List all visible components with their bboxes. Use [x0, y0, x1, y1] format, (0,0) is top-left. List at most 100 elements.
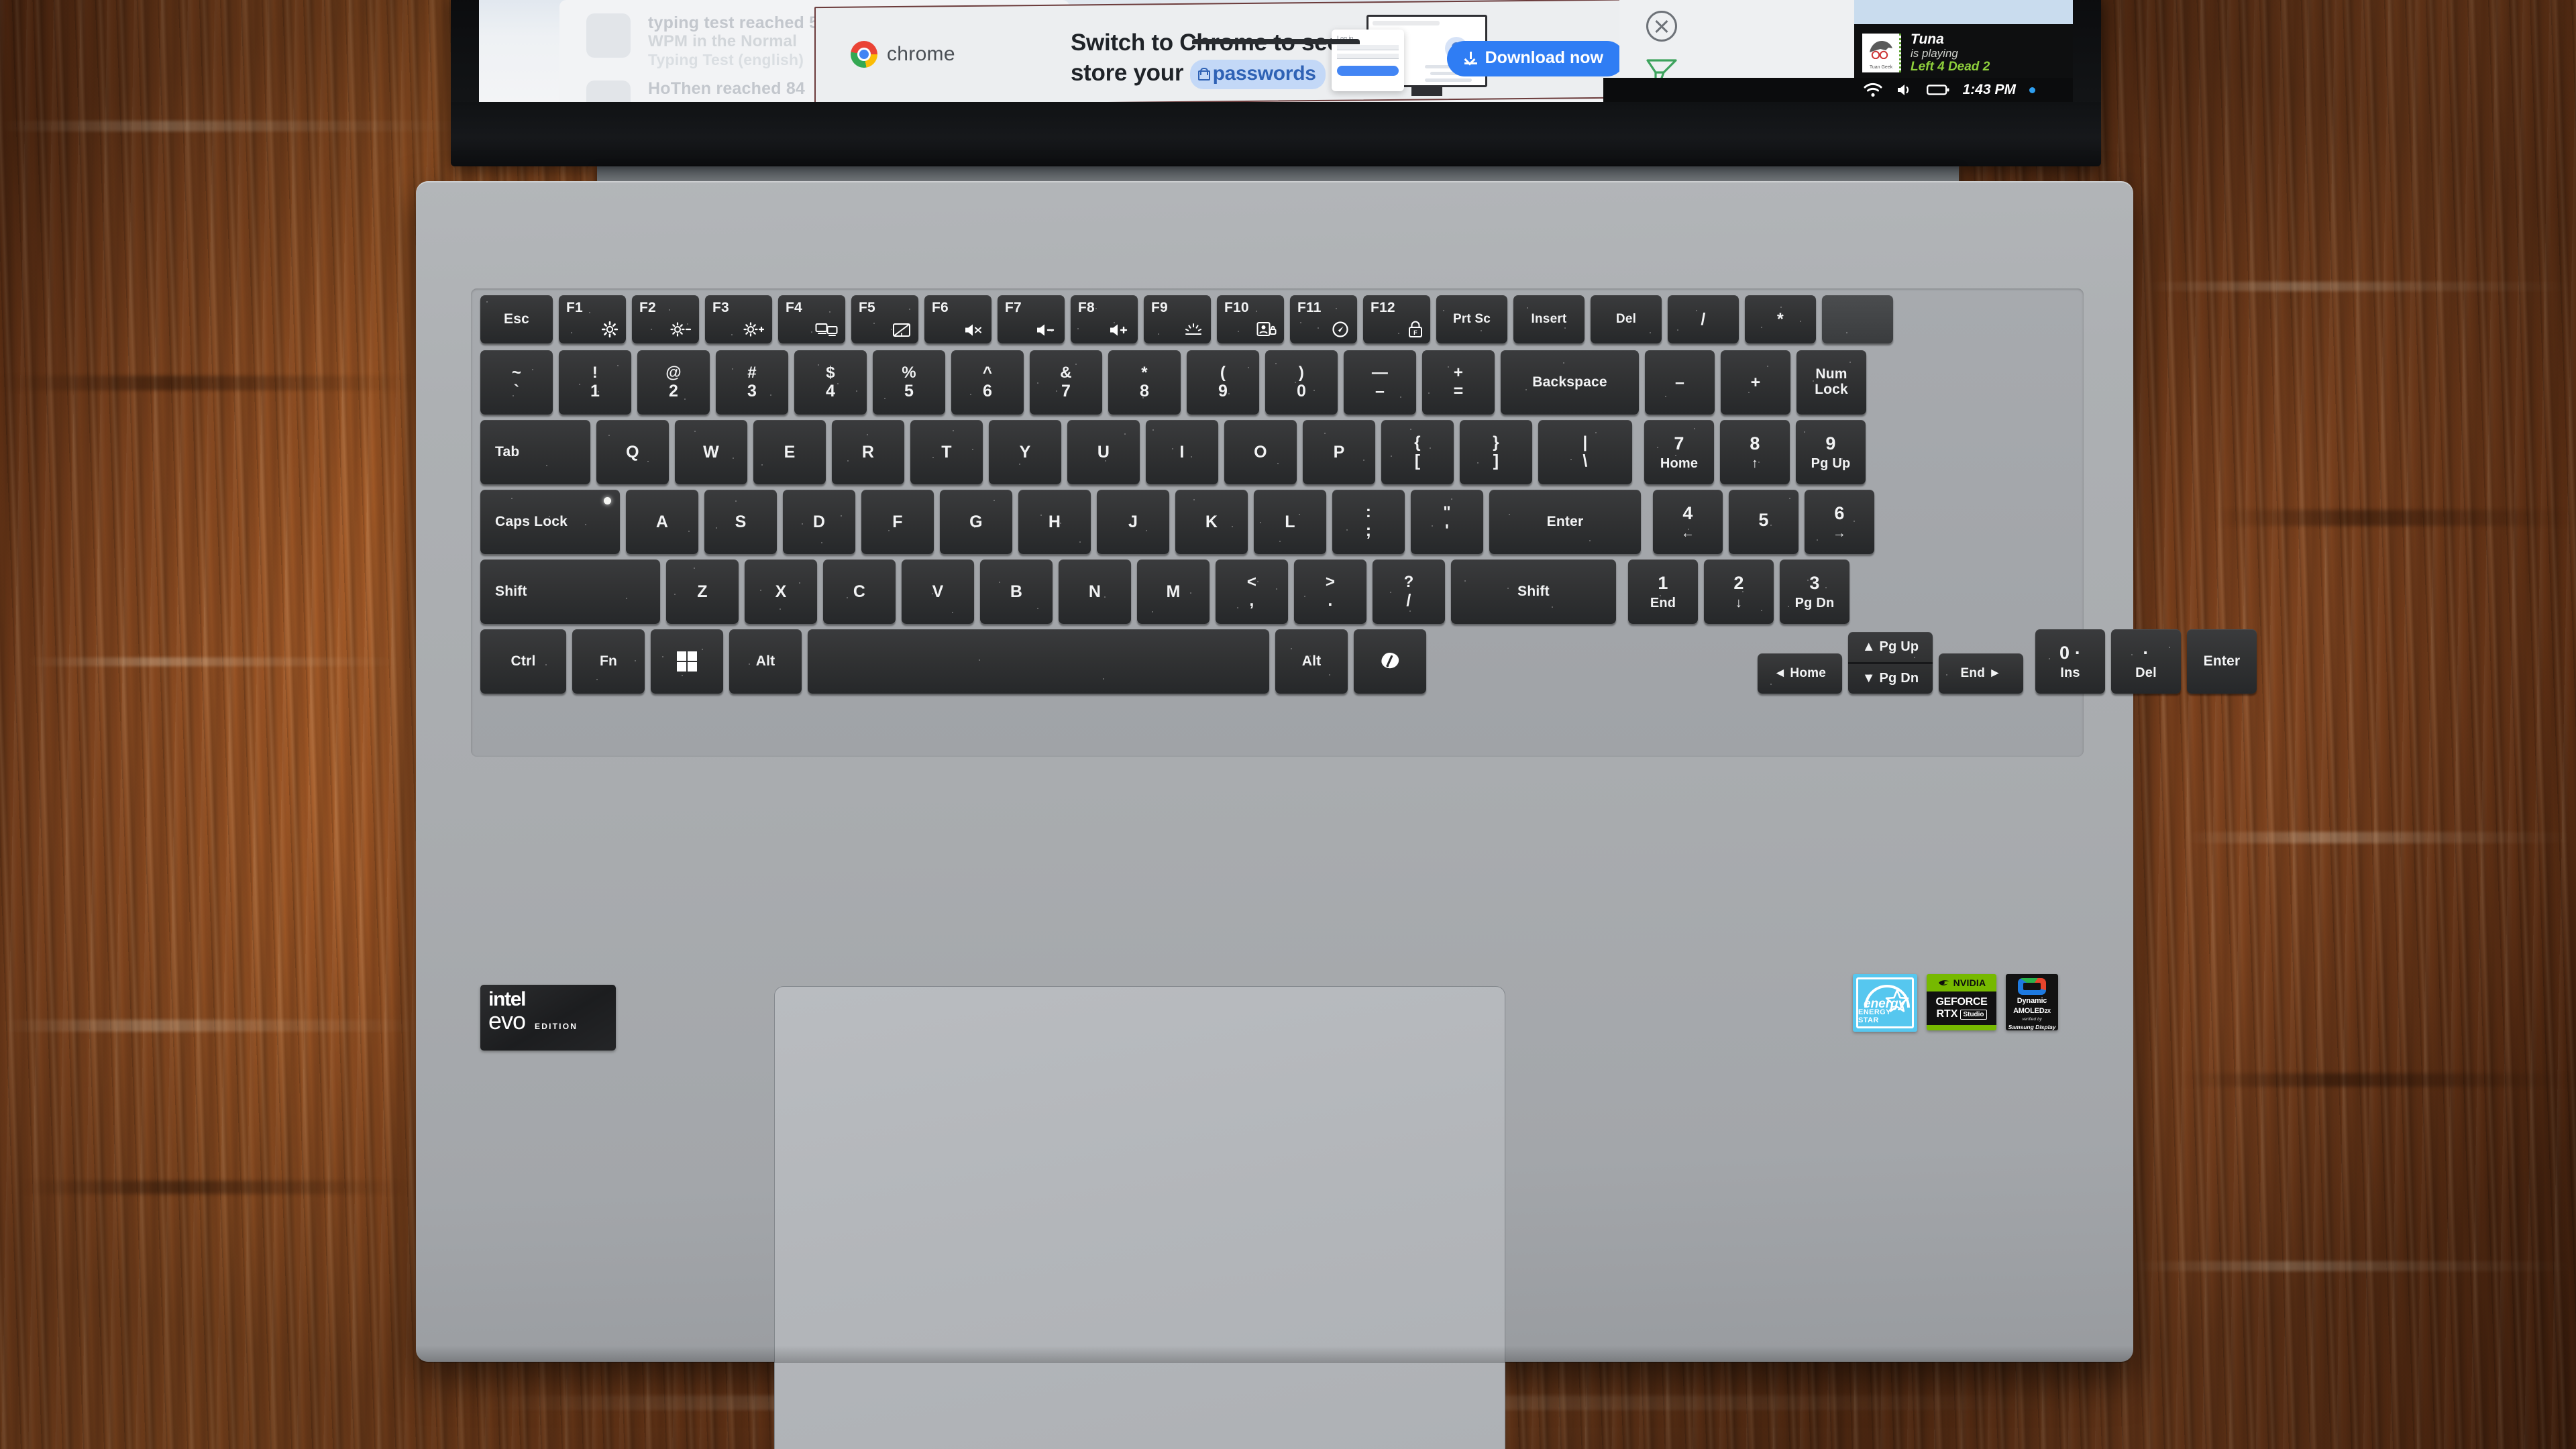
speaker-icon[interactable] [1896, 83, 1913, 97]
key-v[interactable]: V [902, 559, 974, 624]
key-9[interactable]: (9 [1187, 350, 1259, 415]
notification-dot[interactable] [2029, 87, 2035, 93]
key-c[interactable]: C [823, 559, 896, 624]
key-o[interactable]: O [1224, 420, 1297, 484]
key-slash[interactable]: ? / [1373, 559, 1445, 624]
key-f[interactable]: F [861, 490, 934, 554]
key-minus[interactable]: — – [1344, 350, 1416, 415]
key-backslash[interactable]: | \ [1538, 420, 1632, 484]
key-2[interactable]: @2 [637, 350, 710, 415]
steam-notification-toast[interactable]: Tuan Geek Tuna is playing Left 4 Dead 2 [1854, 24, 2073, 82]
key-f3[interactable]: F3 [705, 295, 772, 343]
key-1[interactable]: ! 1 [559, 350, 631, 415]
battery-icon[interactable] [1926, 83, 1949, 97]
key-e[interactable]: E [753, 420, 826, 484]
key-power[interactable] [1822, 295, 1893, 343]
key-f2[interactable]: F2 [632, 295, 699, 343]
key-numpad-decimal[interactable]: · Del [2111, 629, 2181, 694]
key-enter[interactable]: Enter [1489, 490, 1641, 554]
key-esc[interactable]: Esc [480, 295, 553, 343]
key-semicolon[interactable]: :; [1332, 490, 1405, 554]
key-q[interactable]: Q [596, 420, 669, 484]
windows-taskbar[interactable]: 1:43 PM [1603, 78, 2073, 102]
key-numpad-8[interactable]: 8 ↑ [1720, 420, 1790, 484]
key-d[interactable]: D [783, 490, 855, 554]
key-f4[interactable]: F4 [778, 295, 845, 343]
key-numpad-multiply[interactable]: * [1745, 295, 1816, 343]
key-r[interactable]: R [832, 420, 904, 484]
key-f5[interactable]: F5 [851, 295, 918, 343]
key-0[interactable]: ) 0 [1265, 350, 1338, 415]
key-s[interactable]: S [704, 490, 777, 554]
download-now-button[interactable]: Download now [1446, 41, 1625, 76]
key-shift-left[interactable]: Shift [480, 559, 660, 624]
key-w[interactable]: W [675, 420, 747, 484]
key-insert[interactable]: Insert [1513, 295, 1585, 343]
key-g[interactable]: G [940, 490, 1012, 554]
key-8[interactable]: * 8 [1108, 350, 1181, 415]
key-alt-right[interactable]: Alt [1275, 629, 1348, 694]
key-numpad-7[interactable]: 7 Home [1644, 420, 1714, 484]
chrome-ad-banner[interactable]: chrome Switch to Chrome to securely stor… [814, 0, 1680, 102]
key-f9[interactable]: F9 [1144, 295, 1211, 343]
key-fn[interactable]: Fn [572, 629, 645, 694]
key-b[interactable]: B [980, 559, 1053, 624]
trackpad[interactable] [774, 986, 1505, 1449]
key-f12[interactable]: F12 F [1363, 295, 1430, 343]
key-y[interactable]: Y [989, 420, 1061, 484]
key-arrow-left-home[interactable]: ◄ Home [1758, 653, 1842, 694]
key-arrow-right-end[interactable]: End ► [1939, 653, 2023, 694]
key-numpad-2[interactable]: 2 ↓ [1704, 559, 1774, 624]
clock[interactable]: 1:43 PM [1963, 82, 2016, 98]
key-t[interactable]: T [910, 420, 983, 484]
key-bracket-left[interactable]: {[ [1381, 420, 1454, 484]
key-shift-right[interactable]: Shift [1451, 559, 1616, 624]
key-comma[interactable]: <, [1216, 559, 1288, 624]
key-space[interactable] [808, 629, 1269, 694]
key-numpad-enter[interactable]: Enter [2187, 629, 2257, 694]
key-4[interactable]: $4 [794, 350, 867, 415]
key-6[interactable]: ^ 6 [951, 350, 1024, 415]
close-circle-icon[interactable] [1646, 11, 1677, 42]
key-l[interactable]: L [1254, 490, 1326, 554]
key-f1[interactable]: F1 [559, 295, 626, 343]
key-k[interactable]: K [1175, 490, 1248, 554]
key-ctrl[interactable]: Ctrl [480, 629, 566, 694]
key-numpad-5[interactable]: 5 [1729, 490, 1799, 554]
key-arrow-down-pgdn[interactable]: ▼ Pg Dn [1848, 664, 1933, 694]
key-quote[interactable]: " ' [1411, 490, 1483, 554]
key-f7[interactable]: F7 [998, 295, 1065, 343]
key-m[interactable]: M [1137, 559, 1210, 624]
key-numpad-3[interactable]: 3 Pg Dn [1780, 559, 1849, 624]
key-backtick[interactable]: ~ ` [480, 350, 553, 415]
key-j[interactable]: J [1097, 490, 1169, 554]
key-numpad-4[interactable]: 4 ← [1653, 490, 1723, 554]
key-windows[interactable] [651, 629, 723, 694]
wifi-icon[interactable] [1864, 83, 1882, 97]
key-3[interactable]: #3 [716, 350, 788, 415]
key-p[interactable]: P [1303, 420, 1375, 484]
key-numpad-9[interactable]: 9 Pg Up [1796, 420, 1866, 484]
key-delete[interactable]: Del [1591, 295, 1662, 343]
key-caps-lock[interactable]: Caps Lock [480, 490, 620, 554]
key-f6[interactable]: F6 [924, 295, 991, 343]
key-n[interactable]: N [1059, 559, 1131, 624]
key-5[interactable]: % 5 [873, 350, 945, 415]
key-x[interactable]: X [745, 559, 817, 624]
key-equals[interactable]: + = [1422, 350, 1495, 415]
key-u[interactable]: U [1067, 420, 1140, 484]
key-alt-left[interactable]: Alt [729, 629, 802, 694]
key-numpad-divide[interactable]: / [1668, 295, 1739, 343]
key-num-lock[interactable]: Num Lock [1796, 350, 1866, 415]
key-a[interactable]: A [626, 490, 698, 554]
key-f8[interactable]: F8 [1071, 295, 1138, 343]
key-numpad-minus[interactable]: – [1645, 350, 1715, 415]
key-numpad-plus[interactable]: + [1721, 350, 1790, 415]
key-z[interactable]: Z [666, 559, 739, 624]
key-h[interactable]: H [1018, 490, 1091, 554]
key-i[interactable]: I [1146, 420, 1218, 484]
key-numpad-0[interactable]: 0 · Ins [2035, 629, 2105, 694]
key-period[interactable]: >. [1294, 559, 1366, 624]
key-tab[interactable]: Tab [480, 420, 590, 484]
key-7[interactable]: & 7 [1030, 350, 1102, 415]
